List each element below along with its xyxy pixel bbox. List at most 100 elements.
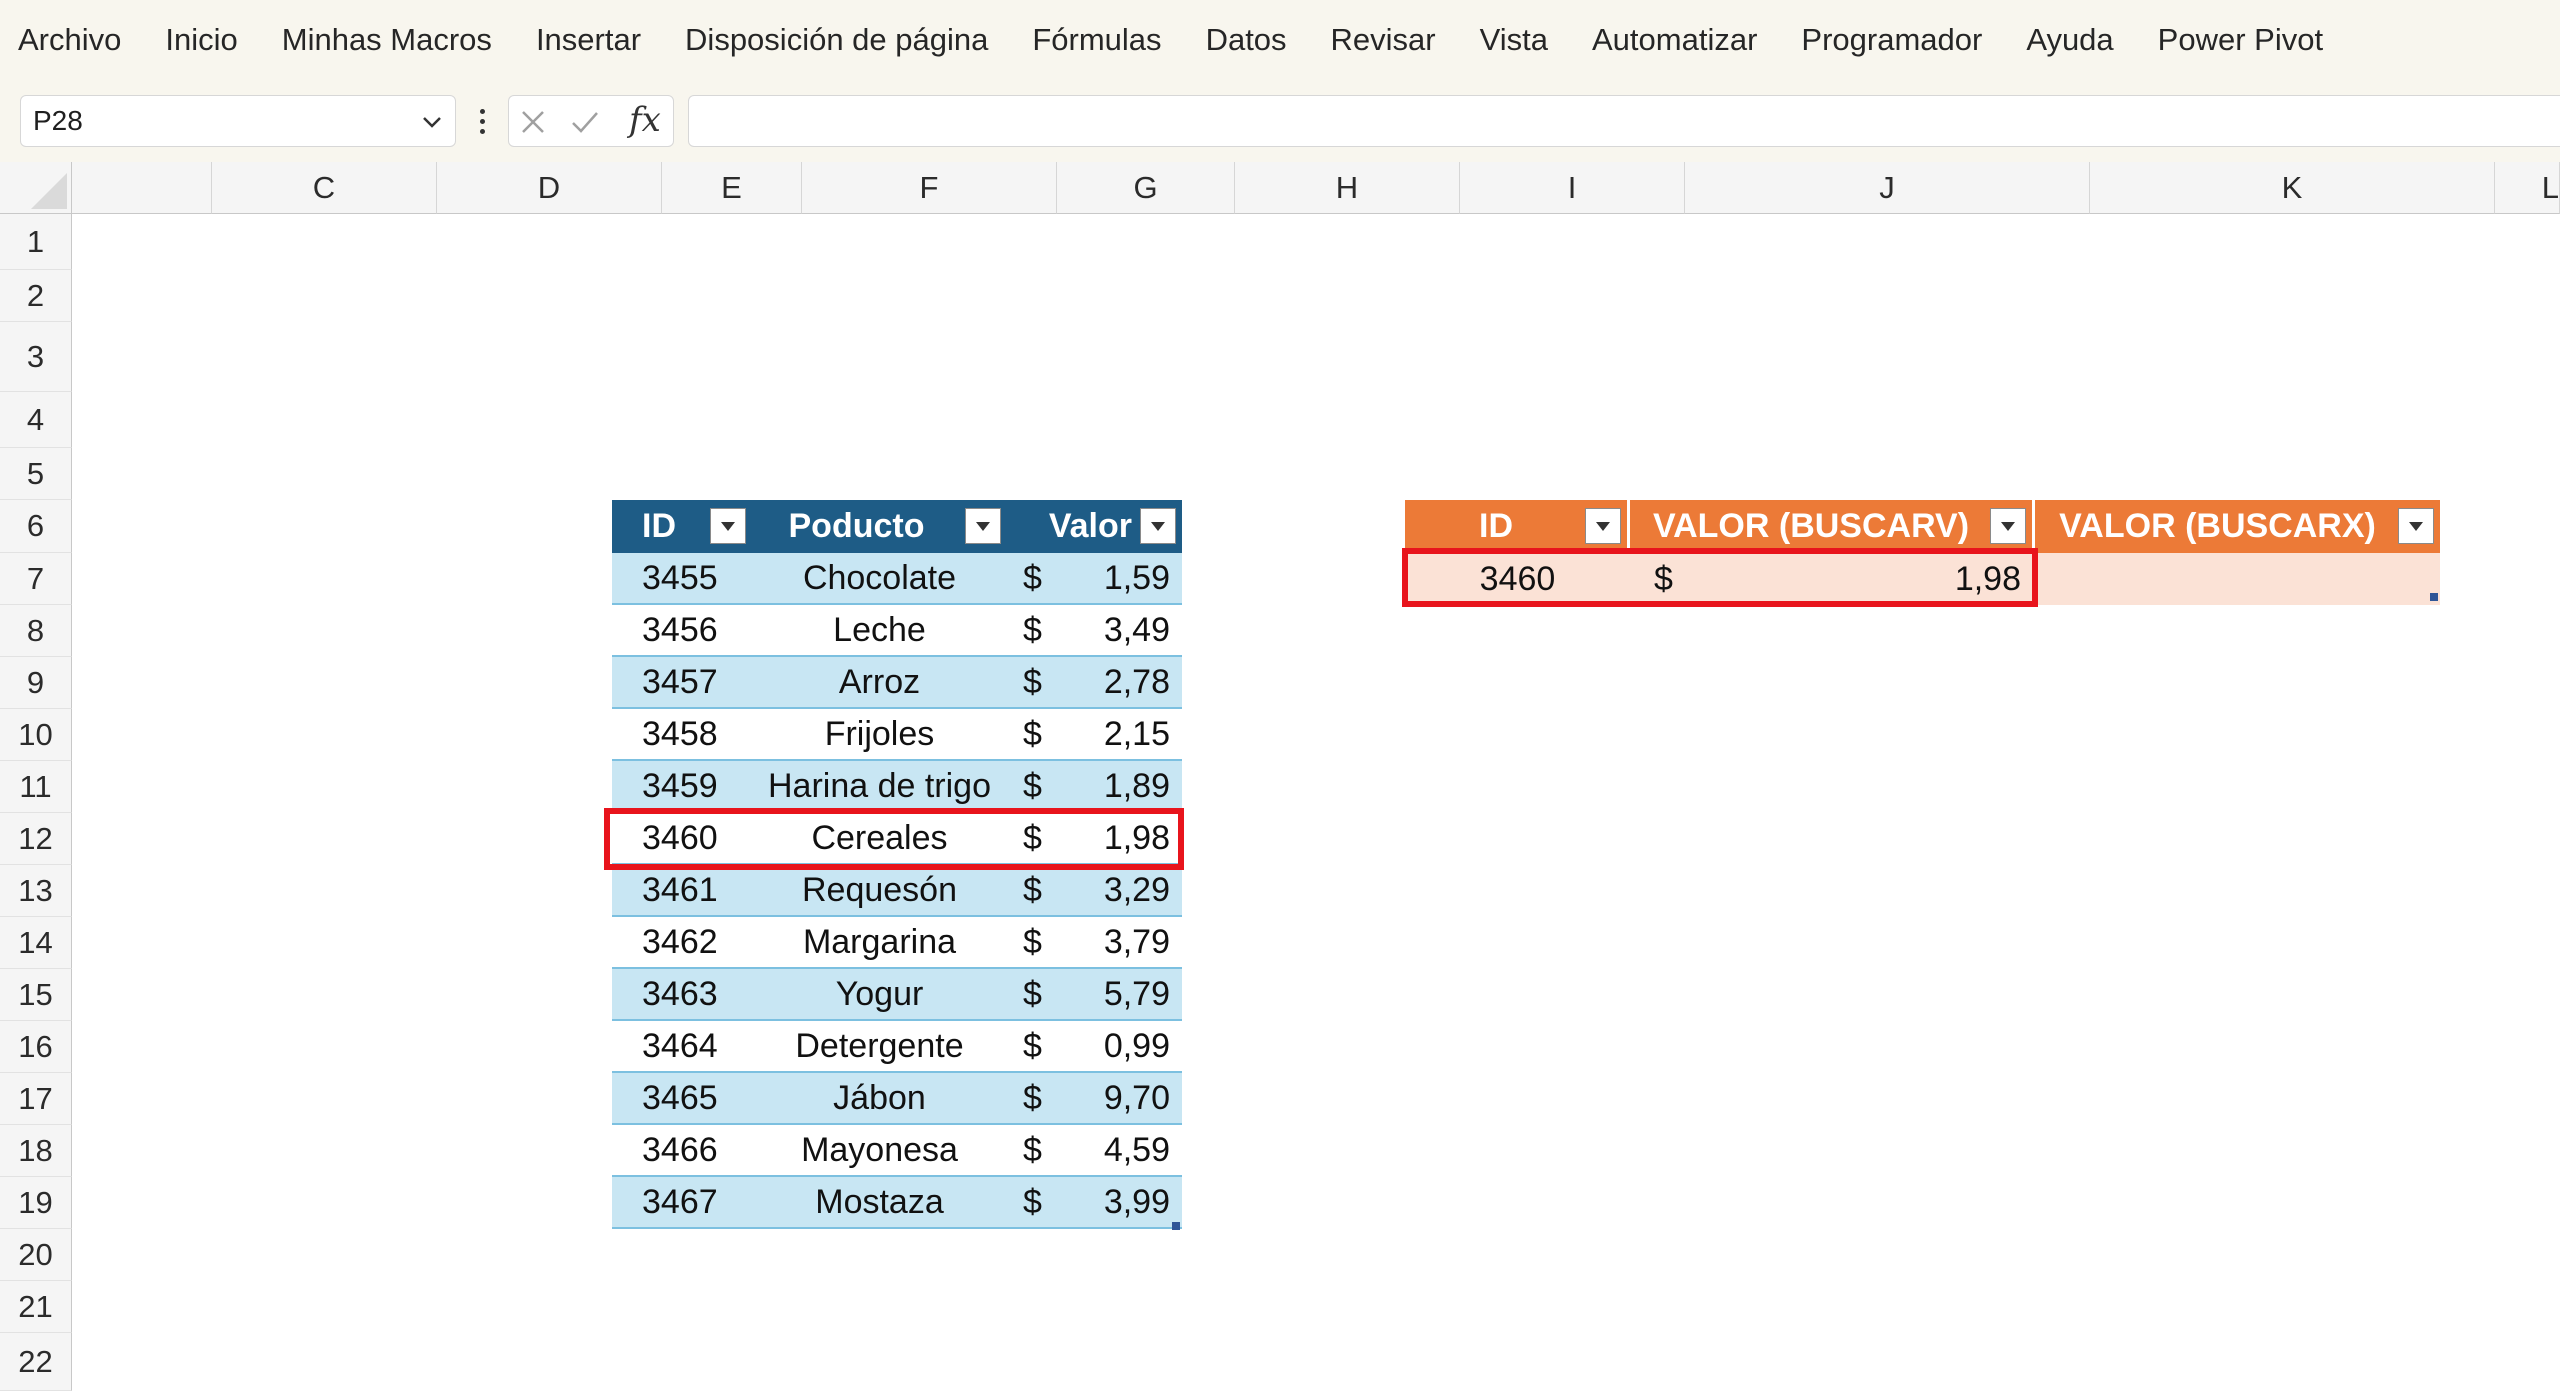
product-cell-value[interactable]: 4,59 bbox=[1047, 1125, 1182, 1177]
filter-dropdown-icon[interactable] bbox=[1140, 508, 1176, 544]
column-header-g[interactable]: G bbox=[1057, 162, 1235, 214]
lookup-header-id[interactable]: ID bbox=[1405, 500, 1630, 553]
cancel-icon[interactable] bbox=[517, 106, 549, 138]
row-header-20[interactable]: 20 bbox=[0, 1229, 72, 1281]
product-cell-value[interactable]: 5,79 bbox=[1047, 969, 1182, 1021]
product-cell-currency[interactable]: $ bbox=[1007, 917, 1047, 969]
product-header-product[interactable]: Poducto bbox=[752, 500, 1007, 553]
column-header-j[interactable]: J bbox=[1685, 162, 2090, 214]
filter-dropdown-icon[interactable] bbox=[710, 508, 746, 544]
product-cell-value[interactable]: 2,15 bbox=[1047, 709, 1182, 761]
row-header-15[interactable]: 15 bbox=[0, 969, 72, 1021]
product-cell-id[interactable]: 3465 bbox=[612, 1073, 752, 1125]
table-resize-handle[interactable] bbox=[1172, 1222, 1180, 1230]
row-header-16[interactable]: 16 bbox=[0, 1021, 72, 1073]
product-cell-id[interactable]: 3457 bbox=[612, 657, 752, 709]
filter-dropdown-icon[interactable] bbox=[965, 508, 1001, 544]
product-header-id[interactable]: ID bbox=[612, 500, 752, 553]
lookup-cell-id[interactable]: 3460 bbox=[1405, 553, 1630, 605]
product-cell-currency[interactable]: $ bbox=[1007, 605, 1047, 657]
column-header-d[interactable]: D bbox=[437, 162, 662, 214]
filter-dropdown-icon[interactable] bbox=[2398, 508, 2434, 544]
menu-inicio[interactable]: Inicio bbox=[143, 0, 259, 80]
lookup-header-buscarx[interactable]: VALOR (BUSCARX) bbox=[2035, 500, 2440, 553]
product-cell-currency[interactable]: $ bbox=[1007, 553, 1047, 605]
menu-disposición-de-página[interactable]: Disposición de página bbox=[663, 0, 1010, 80]
more-options-icon[interactable] bbox=[470, 95, 494, 147]
product-cell-id[interactable]: 3456 bbox=[612, 605, 752, 657]
column-header-l[interactable]: L bbox=[2495, 162, 2560, 214]
row-header-17[interactable]: 17 bbox=[0, 1073, 72, 1125]
column-header-k[interactable]: K bbox=[2090, 162, 2495, 214]
product-cell-id[interactable]: 3455 bbox=[612, 553, 752, 605]
product-cell-value[interactable]: 0,99 bbox=[1047, 1021, 1182, 1073]
product-cell-value[interactable]: 3,29 bbox=[1047, 865, 1182, 917]
formula-input[interactable] bbox=[688, 95, 2560, 147]
row-header-1[interactable]: 1 bbox=[0, 214, 72, 270]
row-header-12[interactable]: 12 bbox=[0, 813, 72, 865]
product-cell-id[interactable]: 3463 bbox=[612, 969, 752, 1021]
product-cell-value[interactable]: 1,89 bbox=[1047, 761, 1182, 813]
row-header-7[interactable]: 7 bbox=[0, 553, 72, 605]
product-cell-name[interactable]: Mostaza bbox=[752, 1177, 1007, 1229]
product-cell-name[interactable]: Mayonesa bbox=[752, 1125, 1007, 1177]
row-header-19[interactable]: 19 bbox=[0, 1177, 72, 1229]
product-cell-name[interactable]: Detergente bbox=[752, 1021, 1007, 1073]
menu-archivo[interactable]: Archivo bbox=[0, 0, 143, 80]
product-cell-name[interactable]: Harina de trigo bbox=[752, 761, 1007, 813]
product-cell-name[interactable]: Yogur bbox=[752, 969, 1007, 1021]
product-cell-currency[interactable]: $ bbox=[1007, 761, 1047, 813]
row-header-10[interactable]: 10 bbox=[0, 709, 72, 761]
product-cell-value[interactable]: 1,59 bbox=[1047, 553, 1182, 605]
row-header-11[interactable]: 11 bbox=[0, 761, 72, 813]
product-cell-currency[interactable]: $ bbox=[1007, 657, 1047, 709]
product-cell-name[interactable]: Jábon bbox=[752, 1073, 1007, 1125]
row-header-8[interactable]: 8 bbox=[0, 605, 72, 657]
product-cell-name[interactable]: Margarina bbox=[752, 917, 1007, 969]
column-header-c[interactable]: C bbox=[212, 162, 437, 214]
lookup-cell-buscarv[interactable]: $1,98 bbox=[1630, 553, 2035, 605]
insert-function-icon[interactable]: fx bbox=[629, 100, 661, 140]
product-cell-currency[interactable]: $ bbox=[1007, 969, 1047, 1021]
product-cell-value[interactable]: 3,99 bbox=[1047, 1177, 1182, 1229]
menu-fórmulas[interactable]: Fórmulas bbox=[1010, 0, 1183, 80]
column-header-b[interactable] bbox=[72, 162, 212, 214]
product-cell-value[interactable]: 3,79 bbox=[1047, 917, 1182, 969]
product-cell-value[interactable]: 2,78 bbox=[1047, 657, 1182, 709]
name-box[interactable]: P28 bbox=[20, 95, 456, 147]
product-cell-currency[interactable]: $ bbox=[1007, 1125, 1047, 1177]
product-cell-currency[interactable]: $ bbox=[1007, 813, 1047, 865]
product-cell-name[interactable]: Arroz bbox=[752, 657, 1007, 709]
product-cell-name[interactable]: Chocolate bbox=[752, 553, 1007, 605]
lookup-resize-handle[interactable] bbox=[2430, 593, 2438, 601]
row-header-13[interactable]: 13 bbox=[0, 865, 72, 917]
row-header-3[interactable]: 3 bbox=[0, 322, 72, 392]
product-cell-id[interactable]: 3458 bbox=[612, 709, 752, 761]
product-cell-id[interactable]: 3467 bbox=[612, 1177, 752, 1229]
product-cell-name[interactable]: Frijoles bbox=[752, 709, 1007, 761]
product-cell-value[interactable]: 1,98 bbox=[1047, 813, 1182, 865]
product-cell-id[interactable]: 3462 bbox=[612, 917, 752, 969]
menu-minhas-macros[interactable]: Minhas Macros bbox=[260, 0, 514, 80]
column-header-e[interactable]: E bbox=[662, 162, 802, 214]
lookup-header-buscarv[interactable]: VALOR (BUSCARV) bbox=[1630, 500, 2035, 553]
product-cell-currency[interactable]: $ bbox=[1007, 865, 1047, 917]
menu-vista[interactable]: Vista bbox=[1458, 0, 1570, 80]
row-header-5[interactable]: 5 bbox=[0, 448, 72, 500]
product-cell-currency[interactable]: $ bbox=[1007, 1177, 1047, 1229]
product-cell-id[interactable]: 3464 bbox=[612, 1021, 752, 1073]
row-header-9[interactable]: 9 bbox=[0, 657, 72, 709]
product-cell-currency[interactable]: $ bbox=[1007, 1073, 1047, 1125]
product-cell-currency[interactable]: $ bbox=[1007, 709, 1047, 761]
column-header-h[interactable]: H bbox=[1235, 162, 1460, 214]
row-header-2[interactable]: 2 bbox=[0, 270, 72, 322]
menu-datos[interactable]: Datos bbox=[1184, 0, 1309, 80]
product-cell-id[interactable]: 3461 bbox=[612, 865, 752, 917]
product-cell-value[interactable]: 3,49 bbox=[1047, 605, 1182, 657]
menu-power-pivot[interactable]: Power Pivot bbox=[2136, 0, 2345, 80]
lookup-cell-buscarx[interactable] bbox=[2035, 553, 2440, 605]
menu-automatizar[interactable]: Automatizar bbox=[1570, 0, 1779, 80]
menu-ayuda[interactable]: Ayuda bbox=[2004, 0, 2135, 80]
product-cell-id[interactable]: 3459 bbox=[612, 761, 752, 813]
chevron-down-icon[interactable] bbox=[419, 109, 445, 135]
